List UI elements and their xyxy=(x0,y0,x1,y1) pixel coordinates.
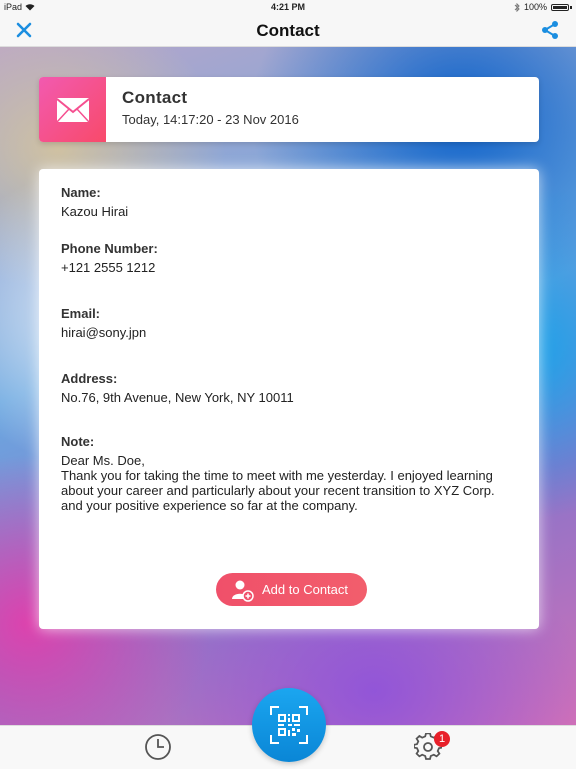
envelope-icon xyxy=(55,97,90,123)
add-person-icon xyxy=(232,580,254,602)
nav-title: Contact xyxy=(256,21,320,40)
add-to-contact-button[interactable]: Add to Contact xyxy=(216,573,367,606)
header-title: Contact xyxy=(122,88,188,107)
header-timestamp: Today, 14:17:20 - 23 Nov 2016 xyxy=(122,112,299,127)
name-label: Name: xyxy=(61,185,101,200)
clock-icon xyxy=(145,734,171,760)
share-button[interactable] xyxy=(540,20,560,40)
address-field: Address: No.76, 9th Avenue, New York, NY… xyxy=(61,371,527,405)
phone-label: Phone Number: xyxy=(61,241,158,256)
battery-icon xyxy=(551,3,569,11)
name-field: Name: Kazou Hirai xyxy=(61,185,527,219)
note-line: Dear Ms. Doe, xyxy=(61,453,145,468)
status-right: 100% xyxy=(514,2,572,12)
status-bar: iPad 4:21 PM 100% xyxy=(0,0,576,14)
add-to-contact-label: Add to Contact xyxy=(262,582,348,597)
qr-code-icon xyxy=(270,706,308,744)
bluetooth-icon xyxy=(514,2,520,12)
share-icon xyxy=(542,21,558,39)
phone-value: +121 2555 1212 xyxy=(61,260,156,275)
note-line: Thank you for taking the time to meet wi… xyxy=(61,468,493,483)
mail-badge xyxy=(39,77,106,142)
note-field: Note: Dear Ms. Doe, Thank you for taking… xyxy=(61,434,527,513)
history-tab[interactable] xyxy=(144,733,172,761)
address-label: Address: xyxy=(61,371,118,386)
scan-button[interactable] xyxy=(252,688,326,762)
status-time: 4:21 PM xyxy=(270,2,305,12)
nav-bar: Contact xyxy=(0,14,576,47)
email-label: Email: xyxy=(61,306,101,321)
name-value: Kazou Hirai xyxy=(61,204,129,219)
contact-details-card: Name: Kazou Hirai Phone Number: +121 255… xyxy=(39,169,539,629)
phone-field: Phone Number: +121 2555 1212 xyxy=(61,241,527,275)
email-field: Email: hirai@sony.jpn xyxy=(61,306,527,340)
contact-header-card: Contact Today, 14:17:20 - 23 Nov 2016 xyxy=(39,77,539,142)
note-label: Note: xyxy=(61,434,95,449)
note-value: Dear Ms. Doe, Thank you for taking the t… xyxy=(61,453,527,513)
note-line: and your positive experience so far at t… xyxy=(61,498,358,513)
note-line: about your career and particularly about… xyxy=(61,483,495,498)
battery-cap xyxy=(570,5,572,9)
notification-badge: 1 xyxy=(434,731,450,747)
address-value: No.76, 9th Avenue, New York, NY 10011 xyxy=(61,390,294,405)
email-value: hirai@sony.jpn xyxy=(61,325,147,340)
battery-percent: 100% xyxy=(523,2,547,12)
